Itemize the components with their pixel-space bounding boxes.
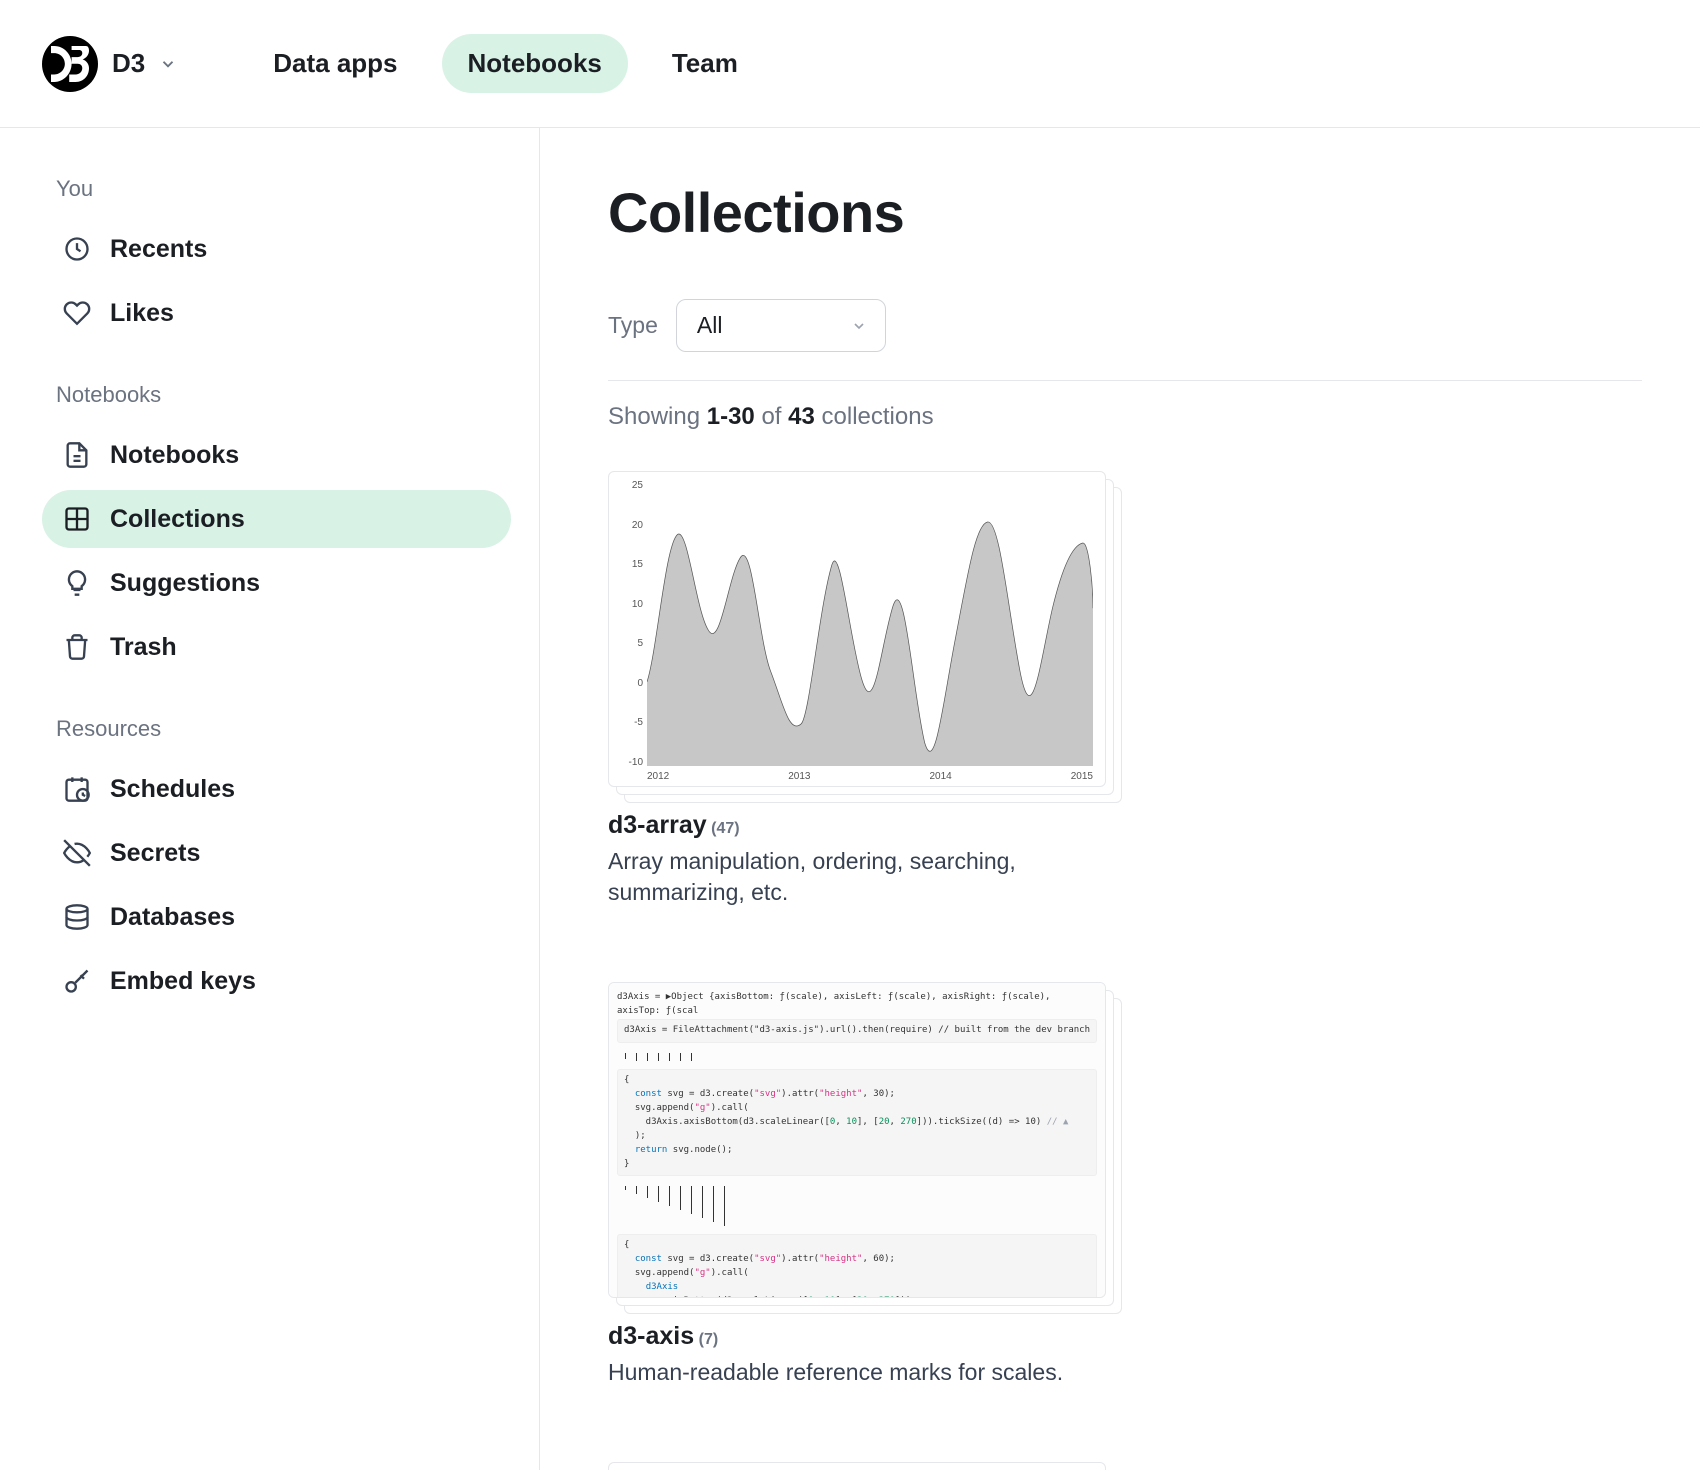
sidebar-label: Secrets: [110, 839, 200, 868]
nav-notebooks[interactable]: Notebooks: [442, 34, 628, 93]
nav-team[interactable]: Team: [646, 34, 764, 93]
top-nav: Data apps Notebooks Team: [247, 34, 764, 93]
card-count: (47): [711, 820, 739, 837]
page-title: Collections: [608, 180, 1642, 245]
nav-data-apps[interactable]: Data apps: [247, 34, 423, 93]
sidebar-label: Trash: [110, 633, 177, 662]
calendar-clock-icon: [62, 774, 92, 804]
sidebar-label: Databases: [110, 903, 235, 932]
file-icon: [62, 440, 92, 470]
thumbnail: d3Axis = ▶Object {axisBottom: ƒ(scale), …: [608, 982, 1106, 1298]
key-icon: [62, 966, 92, 996]
card-count: (7): [699, 1331, 719, 1348]
sidebar-item-notebooks[interactable]: Notebooks: [42, 426, 511, 484]
collection-card-d3-axis[interactable]: d3Axis = ▶Object {axisBottom: ƒ(scale), …: [608, 982, 1106, 1388]
sidebar-section-you: You: [42, 176, 511, 202]
sidebar-item-collections[interactable]: Collections: [42, 490, 511, 548]
heart-icon: [62, 298, 92, 328]
sidebar-label: Collections: [110, 505, 245, 534]
sidebar-item-likes[interactable]: Likes: [42, 284, 511, 342]
eye-off-icon: [62, 838, 92, 868]
sidebar-item-suggestions[interactable]: Suggestions: [42, 554, 511, 612]
sidebar-item-schedules[interactable]: Schedules: [42, 760, 511, 818]
sidebar-item-embed-keys[interactable]: Embed keys: [42, 952, 511, 1010]
thumbnail: 2520151050-5-10 2012201320142015: [608, 471, 1106, 787]
sidebar-label: Schedules: [110, 775, 235, 804]
select-value: All: [697, 312, 723, 339]
divider: [608, 380, 1642, 381]
type-select[interactable]: All: [676, 299, 886, 352]
sidebar-item-secrets[interactable]: Secrets: [42, 824, 511, 882]
filter-row: Type All: [608, 299, 1642, 352]
header: D3 Data apps Notebooks Team: [0, 0, 1700, 128]
sidebar-label: Likes: [110, 299, 174, 328]
brand-logo: [42, 36, 98, 92]
collection-card-d3-chord[interactable]: d3-chord (4) Visualizations relationship…: [608, 1462, 1106, 1470]
collection-card-d3-array[interactable]: 2520151050-5-10 2012201320142015: [608, 471, 1106, 908]
sidebar-item-databases[interactable]: Databases: [42, 888, 511, 946]
sidebar-item-recents[interactable]: Recents: [42, 220, 511, 278]
sidebar-section-notebooks: Notebooks: [42, 382, 511, 408]
thumbnail: [608, 1462, 1106, 1470]
sidebar-section-resources: Resources: [42, 716, 511, 742]
lightbulb-icon: [62, 568, 92, 598]
chevron-down-icon: [159, 55, 177, 73]
clock-icon: [62, 234, 92, 264]
chevron-down-icon: [851, 318, 867, 334]
brand-name: D3: [112, 48, 145, 79]
card-desc: Human-readable reference marks for scale…: [608, 1357, 1106, 1388]
sidebar-item-trash[interactable]: Trash: [42, 618, 511, 676]
brand[interactable]: D3: [42, 36, 177, 92]
main-content: Collections Type All Showing 1-30 of 43 …: [540, 128, 1700, 1470]
y-axis-ticks: 2520151050-5-10: [619, 480, 643, 768]
results-summary: Showing 1-30 of 43 collections: [608, 403, 1642, 431]
sidebar-label: Embed keys: [110, 967, 256, 996]
d3-logo-icon: [51, 45, 89, 83]
card-desc: Array manipulation, ordering, searching,…: [608, 846, 1106, 908]
sidebar-label: Recents: [110, 235, 207, 264]
collections-grid: 2520151050-5-10 2012201320142015: [608, 471, 1642, 1470]
grid-icon: [62, 504, 92, 534]
filter-label: Type: [608, 312, 658, 339]
card-title: d3-axis: [608, 1322, 694, 1350]
trash-icon: [62, 632, 92, 662]
sidebar-label: Suggestions: [110, 569, 260, 598]
sidebar-label: Notebooks: [110, 441, 239, 470]
card-title: d3-array: [608, 811, 707, 839]
x-axis-ticks: 2012201320142015: [647, 771, 1093, 782]
sidebar: You Recents Likes Notebooks Notebooks Co…: [0, 128, 540, 1470]
database-icon: [62, 902, 92, 932]
